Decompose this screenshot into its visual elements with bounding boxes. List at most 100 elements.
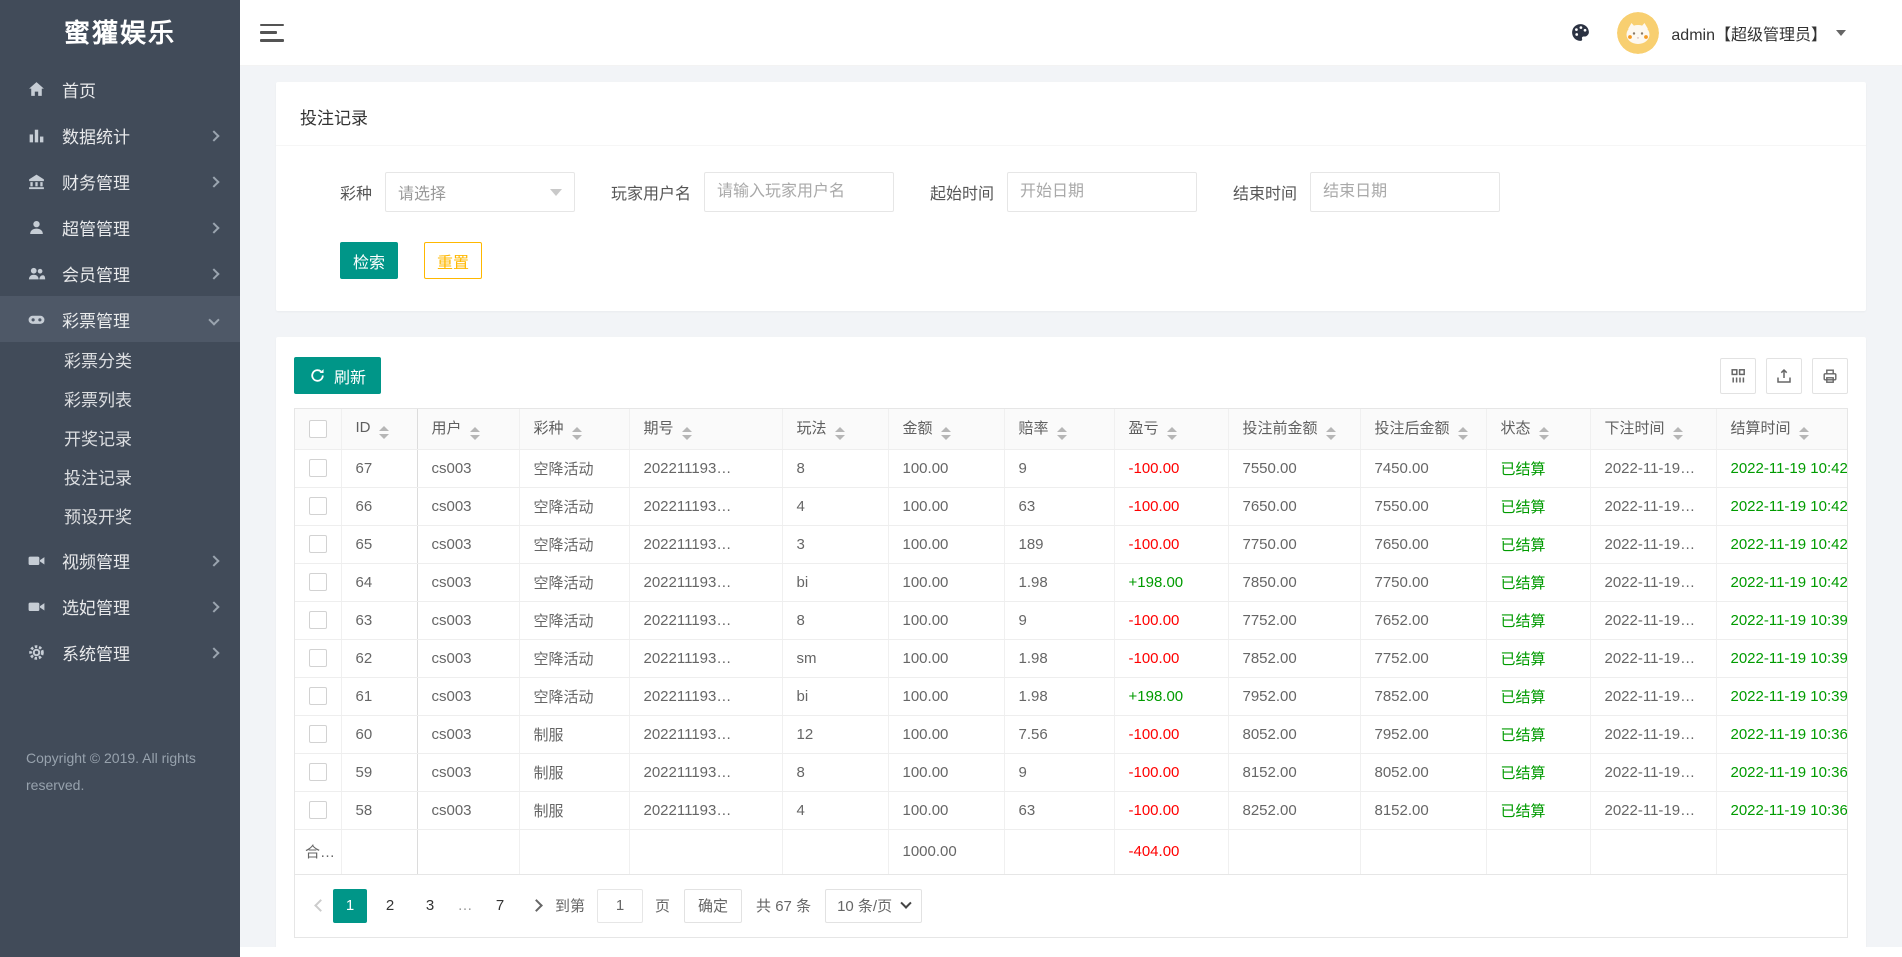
sidebar-item-preset-draw[interactable]: 预设开奖 [0,498,240,537]
sort-desc-icon[interactable] [378,433,389,439]
column-header-play[interactable]: 玩法 [782,409,889,450]
column-header-before[interactable]: 投注前金额 [1228,409,1361,450]
column-header-profit[interactable]: 盈亏 [1114,409,1229,450]
pager-page-3[interactable]: 3 [413,889,447,923]
sidebar-item-xuanfei[interactable]: 选妃管理 [0,583,240,629]
sidebar-item-video[interactable]: 视频管理 [0,537,240,583]
sort-desc-icon[interactable] [1538,435,1549,441]
refresh-button[interactable]: 刷新 [294,357,382,394]
lottery-select[interactable]: 请选择 [385,172,576,212]
sort-desc-icon[interactable] [681,435,692,441]
sort-desc-icon[interactable] [1325,435,1336,441]
row-checkbox[interactable] [308,763,327,782]
select-all-checkbox[interactable] [308,419,327,438]
sort-asc-icon[interactable] [1325,427,1336,433]
sort-asc-icon[interactable] [681,427,692,433]
sort-asc-icon[interactable] [940,427,951,433]
row-checkbox[interactable] [308,535,327,554]
column-header-issue[interactable]: 期号 [629,409,783,450]
page-size-select[interactable]: 10 条/页 [825,888,923,923]
cell-before: 7850.00 [1228,563,1361,602]
cell-settle_time: 2022-11-19 10:42 [1716,525,1847,564]
sort-asc-icon[interactable] [1056,427,1067,433]
columns-filter-button[interactable] [1720,357,1756,394]
sidebar-item-lottery[interactable]: 彩票管理 [0,296,240,342]
sort-desc-icon[interactable] [469,435,480,441]
row-checkbox[interactable] [308,573,327,592]
admin-user-label[interactable]: admin【超级管理员】 [1671,21,1827,45]
sort-desc-icon[interactable] [1798,435,1809,441]
pager-prev-button[interactable] [307,889,333,923]
start-date-input[interactable] [1007,172,1198,212]
goto-page-input[interactable] [597,888,644,923]
sort-asc-icon[interactable] [571,427,582,433]
cell-lottery: 空降活动 [519,487,630,526]
end-date-input[interactable] [1310,172,1501,212]
sort-desc-icon[interactable] [1056,435,1067,441]
row-checkbox[interactable] [308,459,327,478]
cell-after: 7852.00 [1360,677,1487,716]
sort-desc-icon[interactable] [1457,435,1468,441]
sort-desc-icon[interactable] [1672,435,1683,441]
cell-odds: 63 [1004,487,1115,526]
sort-asc-icon[interactable] [469,427,480,433]
column-header-settle_time[interactable]: 结算时间 [1716,409,1847,450]
lottery-select-value: 请选择 [398,186,447,203]
column-header-bet_time[interactable]: 下注时间 [1590,409,1717,450]
avatar[interactable] [1617,11,1660,54]
cell-lottery: 制服 [519,753,630,792]
cell-issue: 202211193… [629,715,783,754]
pager-page-7[interactable]: 7 [483,889,517,923]
sort-asc-icon[interactable] [378,425,389,431]
reset-button[interactable]: 重置 [424,242,482,279]
sort-desc-icon[interactable] [834,435,845,441]
column-header-odds[interactable]: 赔率 [1004,409,1115,450]
sort-asc-icon[interactable] [1166,427,1177,433]
row-checkbox[interactable] [308,649,327,668]
confirm-button[interactable]: 确定 [684,888,743,923]
search-button[interactable]: 检索 [340,242,398,279]
column-header-status[interactable]: 状态 [1486,409,1591,450]
sort-desc-icon[interactable] [940,435,951,441]
sort-asc-icon[interactable] [1538,427,1549,433]
row-checkbox[interactable] [308,801,327,820]
column-header-amount[interactable]: 金额 [888,409,1005,450]
row-checkbox[interactable] [308,497,327,516]
sidebar-item-home[interactable]: 首页 [0,66,240,112]
sidebar-item-superadmin[interactable]: 超管管理 [0,204,240,250]
cell-bet_time: 2022-11-19… [1590,639,1717,678]
sort-asc-icon[interactable] [1457,427,1468,433]
sidebar-item-draw-records[interactable]: 开奖记录 [0,420,240,459]
row-checkbox[interactable] [308,725,327,744]
pager-page-2[interactable]: 2 [373,889,407,923]
column-header-lottery[interactable]: 彩种 [519,409,630,450]
theme-palette-icon[interactable] [1570,22,1591,43]
sort-asc-icon[interactable] [1798,427,1809,433]
chart-icon [26,125,46,145]
menu-toggle-icon[interactable] [260,23,284,42]
column-header-user[interactable]: 用户 [417,409,520,450]
sidebar-item-members[interactable]: 会员管理 [0,250,240,296]
sidebar-item-system[interactable]: 系统管理 [0,629,240,675]
username-input[interactable] [704,172,895,212]
export-button[interactable] [1766,357,1802,394]
column-header-id[interactable]: ID [341,409,418,450]
sidebar-item-finance[interactable]: 财务管理 [0,158,240,204]
sort-asc-icon[interactable] [1672,427,1683,433]
sort-desc-icon[interactable] [571,435,582,441]
table-body: 67 cs003 空降活动 202211193… 8 100.00 9 -100.00 7550… [295,449,1847,830]
sidebar-item-bet-records[interactable]: 投注记录 [0,459,240,498]
pager-page-1[interactable]: 1 [333,888,367,923]
cell-user: cs003 [417,677,520,716]
row-checkbox[interactable] [308,611,327,630]
pager-next-button[interactable] [523,889,549,923]
chevron-right-icon [208,642,220,662]
sort-desc-icon[interactable] [1166,435,1177,441]
sidebar-item-lottery-category[interactable]: 彩票分类 [0,342,240,381]
sidebar-item-statistics[interactable]: 数据统计 [0,112,240,158]
row-checkbox[interactable] [308,687,327,706]
column-header-after[interactable]: 投注后金额 [1360,409,1487,450]
print-button[interactable] [1812,357,1848,394]
sort-asc-icon[interactable] [834,427,845,433]
sidebar-item-lottery-list[interactable]: 彩票列表 [0,381,240,420]
